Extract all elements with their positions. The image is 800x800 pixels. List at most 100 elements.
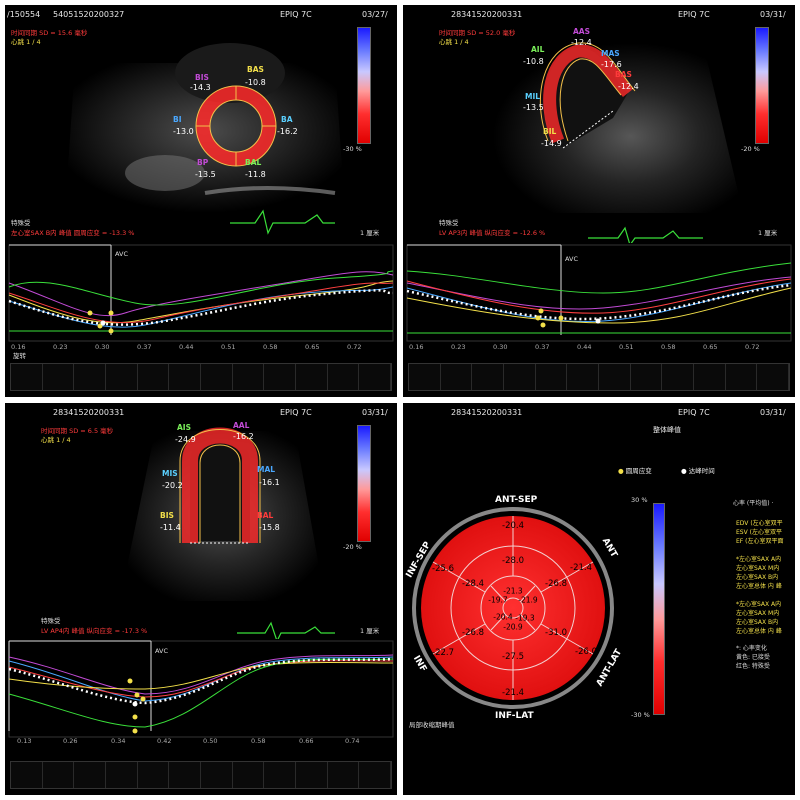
x-tick: 0.65: [703, 343, 718, 351]
segment-label-mis: MIS: [162, 469, 178, 478]
echo-image: [493, 42, 743, 247]
edv-line: EDV (左心室双平: [736, 520, 783, 527]
segment-basal-inf: -22.7: [432, 648, 454, 658]
sax-a-line-2: *左心室SAX A内: [736, 601, 782, 608]
avc-marker: AVC: [565, 255, 579, 263]
segment-value-aas: -12.4: [571, 38, 592, 47]
patient-id: 54051520200327: [53, 10, 125, 19]
segment-label-bal: BAL: [245, 158, 262, 167]
sax-a-line: *左心室SAX A内: [736, 556, 782, 563]
segment-value-bas: -12.4: [618, 82, 639, 91]
hr-change-note: *: 心率变化: [736, 645, 767, 652]
ap3-strain-panel: 28341520200331 EPIQ 7C 03/31/ 时间同期 SD = …: [403, 5, 795, 397]
panel-header: 28341520200331 EPIQ 7C 03/31/: [5, 403, 397, 421]
graph-title: 旋转: [13, 352, 26, 360]
segment-value-mal: -16.1: [259, 478, 280, 487]
esv-line: ESV (左心室双平: [736, 529, 782, 536]
timeline-strip[interactable]: [10, 761, 392, 789]
strain-curve-graph[interactable]: AVC 0.13 0.26 0.34 0.42 0.50 0.58 0.66 0…: [5, 639, 397, 749]
ef-line: EF (左心室双平面: [736, 538, 784, 545]
segment-apical-inf: -19.3: [515, 613, 535, 623]
red-special-note: 红色: 特殊受: [736, 663, 770, 670]
cm-scale-label: 1 厘米: [360, 627, 380, 635]
yellow-accepted-note: 黄色: 已接受: [736, 654, 770, 661]
segment-mid-ant-sep: -28.0: [502, 556, 524, 566]
segment-value-bis: -14.3: [190, 83, 211, 92]
segment-value-bis: -11.4: [160, 523, 181, 532]
strain-curve-graph[interactable]: AVC 0.16 0.23 0.30 0.37 0.44 0.51 0.58 0…: [403, 243, 795, 351]
segment-label-ba: BA: [281, 115, 293, 124]
sax-m-line-2: 左心室SAX M内: [736, 610, 780, 617]
segment-basal-ant-sep: -20.4: [502, 521, 524, 531]
color-scale-bar: [357, 27, 371, 144]
scale-min-label: -20 %: [343, 543, 362, 551]
peak-strain-readout: LV AP4内 峰值 纵向应变 = -17.3 %: [41, 627, 148, 635]
color-scale-bar: [357, 425, 371, 542]
wall-label-inf-lat: INF-LAT: [495, 711, 534, 721]
x-tick: 0.30: [95, 343, 110, 351]
x-tick: 0.44: [179, 343, 194, 351]
segment-basal-ant-lat: -26.0: [575, 647, 597, 657]
segment-label-aas: AAS: [573, 27, 591, 36]
segment-label-ais: AIS: [177, 423, 191, 432]
x-tick: 0.72: [347, 343, 362, 351]
peak-strain-readout: 左心室SAX B内 峰值 圆周应变 = -13.3 %: [11, 229, 135, 237]
x-tick: 0.16: [409, 343, 424, 351]
timeline-strip[interactable]: [10, 363, 392, 391]
segment-value-mis: -20.2: [162, 481, 183, 490]
exam-date: 03/31/: [362, 408, 388, 417]
heart-rate-line: 心率 (平均值) ·: [733, 500, 774, 507]
panel-header: /150554 54051520200327 EPIQ 7C 03/27/: [5, 5, 397, 23]
acceptance-status: 特殊受: [439, 219, 459, 227]
segment-label-bas: BAS: [247, 65, 264, 74]
x-tick: 0.13: [17, 737, 32, 745]
segment-label-mil: MIL: [525, 92, 541, 101]
segment-label-aal: AAL: [233, 421, 250, 430]
avc-marker: AVC: [155, 647, 169, 655]
exam-date: 03/31/: [760, 10, 786, 19]
x-tick: 0.65: [305, 343, 320, 351]
x-tick: 0.30: [493, 343, 508, 351]
segment-value-bas: -10.8: [245, 78, 266, 87]
x-tick: 0.58: [661, 343, 676, 351]
x-tick: 0.37: [535, 343, 550, 351]
segment-value-bi: -13.0: [173, 127, 194, 136]
device-name: EPIQ 7C: [280, 10, 312, 19]
device-name: EPIQ 7C: [678, 10, 710, 19]
patient-id: 28341520200331: [53, 408, 125, 417]
segment-mid-inf: -26.8: [462, 628, 484, 638]
x-tick: 0.72: [745, 343, 760, 351]
sax-m-line: 左心室SAX M内: [736, 565, 780, 572]
echo-image: [120, 427, 335, 643]
segment-value-bil: -14.9: [541, 139, 562, 148]
segment-value-bal: -15.8: [259, 523, 280, 532]
timeline-strip[interactable]: [408, 363, 790, 391]
scale-min-label: -30 %: [631, 711, 650, 719]
x-tick: 0.26: [63, 737, 78, 745]
cm-scale-label: 1 厘米: [360, 229, 380, 237]
color-scale-bar: [653, 503, 665, 715]
segment-label-ail: AIL: [531, 45, 545, 54]
device-name: EPIQ 7C: [280, 408, 312, 417]
header-left: /150554: [7, 10, 41, 19]
segment-label-bis: BIS: [160, 511, 174, 520]
x-tick: 0.44: [577, 343, 592, 351]
segment-mid-inf-lat: -27.5: [502, 652, 524, 662]
segment-mid-ant-lat: -31.0: [545, 628, 567, 638]
segment-label-mas: MAS: [601, 49, 620, 58]
scale-min-label: -20 %: [741, 145, 760, 153]
x-tick: 0.51: [619, 343, 634, 351]
x-tick: 0.74: [345, 737, 360, 745]
segment-value-ail: -10.8: [523, 57, 544, 66]
strain-curve-graph[interactable]: AVC 0.16 0.23 0.30 0.37 0.44 0.51 0.58 0…: [5, 243, 397, 351]
panel-header: 28341520200331 EPIQ 7C 03/31/: [403, 5, 795, 23]
segment-value-aal: -16.2: [233, 432, 254, 441]
segment-label-mal: MAL: [257, 465, 276, 474]
wall-label-ant-sep: ANT-SEP: [495, 495, 538, 505]
segment-basal-inf-sep: -25.6: [432, 564, 454, 574]
acceptance-status: 特殊受: [11, 219, 31, 227]
x-tick: 0.23: [53, 343, 68, 351]
segment-value-mil: -13.5: [523, 103, 544, 112]
x-tick: 0.42: [157, 737, 172, 745]
bullseye-footer: 局部收缩期峰值: [409, 721, 455, 729]
